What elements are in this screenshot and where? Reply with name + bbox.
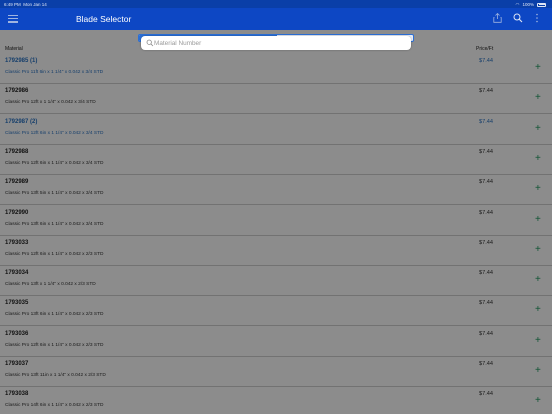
search-icon [146, 39, 154, 47]
battery-icon [537, 2, 546, 7]
wifi-icon: ◠ [515, 1, 520, 7]
status-time-date: 6:49 PM Mon Jan 14 [4, 1, 47, 7]
page-title: Blade Selector [76, 14, 132, 24]
status-bar: 6:49 PM Mon Jan 14 ◠ 100% [0, 0, 552, 8]
dim-overlay[interactable] [0, 30, 552, 414]
share-icon[interactable] [493, 12, 502, 26]
hamburger-menu-icon[interactable] [8, 13, 18, 23]
search-bar[interactable] [141, 36, 411, 50]
navigation-bar: Blade Selector [0, 8, 552, 30]
status-right: ◠ 100% [516, 2, 546, 8]
more-vertical-icon[interactable] [535, 13, 539, 26]
battery-percent: 100% [522, 2, 534, 7]
search-icon[interactable] [513, 13, 523, 26]
search-input[interactable] [154, 37, 404, 49]
